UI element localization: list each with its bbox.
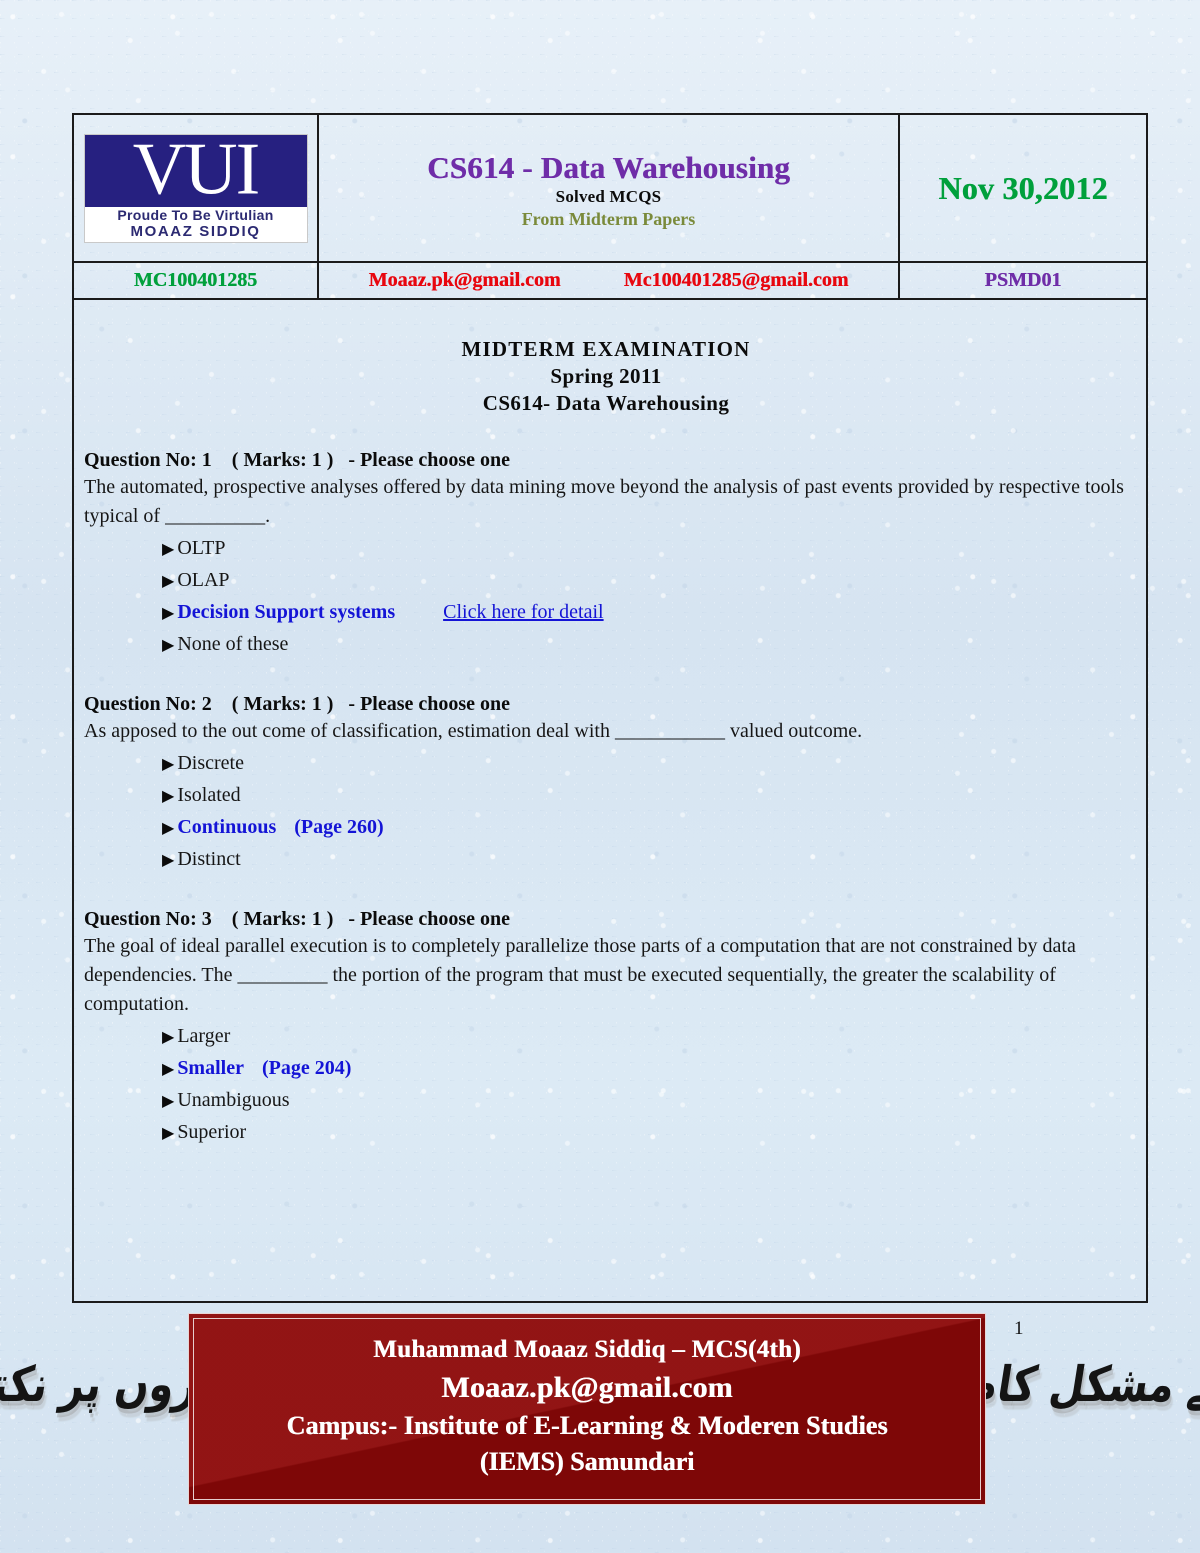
triangle-bullet-icon: ▶ xyxy=(162,788,175,805)
page-number: 1 xyxy=(1014,1318,1024,1339)
question-header: Question No: 1 ( Marks: 1 ) - Please cho… xyxy=(84,449,511,471)
option-label: Discrete xyxy=(177,752,244,774)
question-options: ▶ Larger ▶ Smaller (Page 204) ▶ Unambigu… xyxy=(84,1021,1128,1149)
option-row[interactable]: ▶ Isolated xyxy=(84,780,1128,812)
document-info-row: MC100401285 Moaaz.pk@gmail.com Mc1004012… xyxy=(74,263,1146,300)
contact-emails-cell: Moaaz.pk@gmail.com Mc100401285@gmail.com xyxy=(319,263,900,298)
option-label: Distinct xyxy=(177,848,241,870)
option-label: Decision Support systems xyxy=(177,601,396,623)
detail-link[interactable]: Click here for detail xyxy=(443,597,604,627)
option-row[interactable]: ▶ Distinct xyxy=(84,844,1128,876)
header-logo-cell: VUI Proude To Be Virtulian MOAAZ SIDDIQ xyxy=(74,115,319,261)
option-label: Unambiguous xyxy=(177,1089,290,1111)
exam-heading-line-3: CS614- Data Warehousing xyxy=(482,391,730,415)
question-header: Question No: 3 ( Marks: 1 ) - Please cho… xyxy=(84,908,511,930)
document-page-frame: VUI Proude To Be Virtulian MOAAZ SIDDIQ … xyxy=(0,113,1200,1413)
question-options: ▶ OLTP ▶ OLAP ▶ Decision Support systems… xyxy=(84,533,1128,661)
option-row[interactable]: ▶ Larger xyxy=(84,1021,1128,1053)
paper-code: PSMD01 xyxy=(984,269,1062,291)
option-label: OLTP xyxy=(177,537,226,559)
footer-campus: Campus:- Institute of E-Learning & Moder… xyxy=(286,1411,888,1440)
triangle-bullet-icon: ▶ xyxy=(162,605,175,622)
exam-heading-line-1: MIDTERM EXAMINATION xyxy=(461,337,751,361)
triangle-bullet-icon: ▶ xyxy=(162,756,175,773)
option-label: Superior xyxy=(177,1121,247,1143)
vu-logo: VUI Proude To Be Virtulian MOAAZ SIDDIQ xyxy=(83,133,308,243)
header-title-cell: CS614 - Data Warehousing Solved MCQS Fro… xyxy=(319,115,900,261)
question-block: Question No: 1 ( Marks: 1 ) - Please cho… xyxy=(84,447,1128,661)
option-row[interactable]: ▶ Superior xyxy=(84,1117,1128,1149)
question-header: Question No: 2 ( Marks: 1 ) - Please cho… xyxy=(84,693,511,715)
vu-logo-tagline-1: Proude To Be Virtulian xyxy=(84,206,307,223)
option-row[interactable]: ▶ Discrete xyxy=(84,748,1128,780)
question-text: The automated, prospective analyses offe… xyxy=(84,476,1124,527)
option-row[interactable]: ▶ Unambiguous xyxy=(84,1085,1128,1117)
triangle-bullet-icon: ▶ xyxy=(162,1029,175,1046)
vu-logo-letters: VUI xyxy=(132,134,261,207)
triangle-bullet-icon: ▶ xyxy=(162,573,175,590)
footer-inner-frame: Muhammad Moaaz Siddiq – MCS(4th) Moaaz.p… xyxy=(193,1318,981,1500)
page-reference: (Page 260) xyxy=(294,816,384,838)
footer-institute: (IEMS) Samundari xyxy=(479,1447,695,1476)
option-row-correct[interactable]: ▶ Continuous (Page 260) xyxy=(84,812,1128,844)
document-source-label: From Midterm Papers xyxy=(521,208,696,229)
triangle-bullet-icon: ▶ xyxy=(162,1093,175,1110)
question-block: Question No: 3 ( Marks: 1 ) - Please cho… xyxy=(84,906,1128,1149)
footer-email[interactable]: Moaaz.pk@gmail.com xyxy=(441,1368,732,1408)
exam-heading: MIDTERM EXAMINATION Spring 2011 CS614- D… xyxy=(84,336,1128,417)
option-row-correct[interactable]: ▶ Decision Support systems Click here fo… xyxy=(84,597,1128,629)
question-options: ▶ Discrete ▶ Isolated ▶ Continuous (Page… xyxy=(84,748,1128,876)
triangle-bullet-icon: ▶ xyxy=(162,820,175,837)
student-id: MC100401285 xyxy=(133,269,258,291)
option-label: Larger xyxy=(177,1025,231,1047)
course-title: CS614 - Data Warehousing xyxy=(427,149,790,185)
triangle-bullet-icon: ▶ xyxy=(162,1061,175,1078)
option-row[interactable]: ▶ OLTP xyxy=(84,533,1128,565)
paper-code-cell: PSMD01 xyxy=(900,263,1146,298)
option-label: None of these xyxy=(177,633,289,655)
vu-logo-tagline-2: MOAAZ SIDDIQ xyxy=(84,222,307,242)
document-body: MIDTERM EXAMINATION Spring 2011 CS614- D… xyxy=(0,300,1200,1413)
email-primary[interactable]: Moaaz.pk@gmail.com xyxy=(369,269,561,292)
header-date-cell: Nov 30,2012 xyxy=(900,115,1146,261)
option-row[interactable]: ▶ None of these xyxy=(84,629,1128,661)
triangle-bullet-icon: ▶ xyxy=(162,637,175,654)
option-label: Isolated xyxy=(177,784,241,806)
footer-banner: Muhammad Moaaz Siddiq – MCS(4th) Moaaz.p… xyxy=(188,1313,986,1505)
document-header-row: VUI Proude To Be Virtulian MOAAZ SIDDIQ … xyxy=(74,115,1146,263)
question-text: As apposed to the out come of classifica… xyxy=(84,720,863,742)
question-text: The goal of ideal parallel execution is … xyxy=(84,935,1076,1015)
option-label: OLAP xyxy=(177,569,230,591)
student-id-cell: MC100401285 xyxy=(74,263,319,298)
footer-author-name: Muhammad Moaaz Siddiq – MCS(4th) xyxy=(373,1336,801,1363)
document-subtitle: Solved MCQS xyxy=(555,186,662,206)
option-row-correct[interactable]: ▶ Smaller (Page 204) xyxy=(84,1053,1128,1085)
page-reference: (Page 204) xyxy=(261,1057,352,1079)
document-date: Nov 30,2012 xyxy=(938,169,1108,206)
exam-heading-line-2: Spring 2011 xyxy=(550,364,662,388)
triangle-bullet-icon: ▶ xyxy=(162,852,175,869)
question-block: Question No: 2 ( Marks: 1 ) - Please cho… xyxy=(84,691,1128,876)
option-label: Smaller xyxy=(177,1057,244,1079)
option-label: Continuous xyxy=(177,816,277,838)
triangle-bullet-icon: ▶ xyxy=(162,1125,175,1142)
option-row[interactable]: ▶ OLAP xyxy=(84,565,1128,597)
vu-logo-mark: VUI xyxy=(84,134,307,207)
triangle-bullet-icon: ▶ xyxy=(162,541,175,558)
email-secondary[interactable]: Mc100401285@gmail.com xyxy=(624,269,849,292)
